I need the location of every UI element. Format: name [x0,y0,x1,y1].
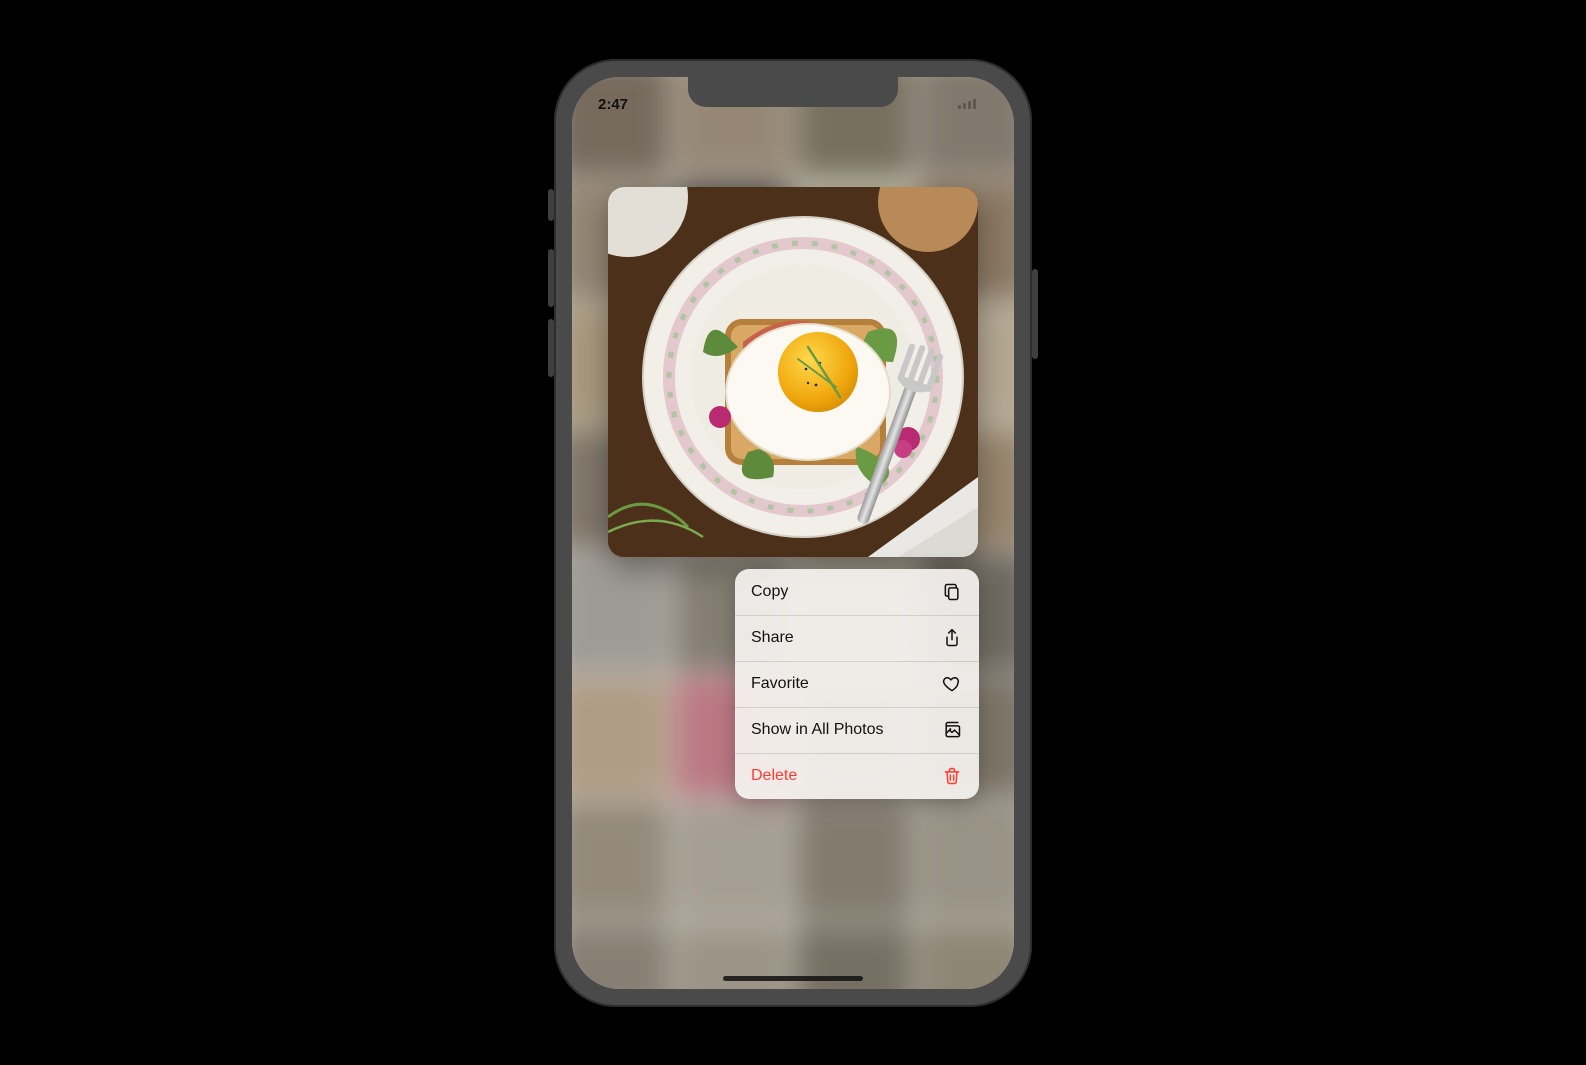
home-indicator[interactable] [723,976,863,981]
menu-item-show-in-all-photos[interactable]: Show in All Photos [735,707,979,753]
status-time: 2:47 [598,84,628,113]
photo-preview[interactable] [608,187,978,557]
cellular-icon [958,99,976,109]
share-icon [941,627,963,649]
menu-item-label: Copy [751,583,788,601]
phone-frame: 2:47 [554,59,1032,1007]
menu-item-label: Delete [751,767,797,785]
menu-item-share[interactable]: Share [735,615,979,661]
copy-icon [941,581,963,603]
trash-icon [941,765,963,787]
notch [688,77,898,107]
menu-item-delete[interactable]: Delete [735,753,979,799]
menu-item-label: Favorite [751,675,809,693]
volume-up-button[interactable] [548,249,554,307]
context-menu: Copy Share Favorite [735,569,979,799]
menu-item-copy[interactable]: Copy [735,569,979,615]
power-button[interactable] [1032,269,1038,359]
screen: 2:47 [572,77,1014,989]
menu-item-favorite[interactable]: Favorite [735,661,979,707]
menu-item-label: Show in All Photos [751,721,884,739]
mute-switch[interactable] [548,189,554,221]
heart-icon [941,673,963,695]
menu-item-label: Share [751,629,794,647]
volume-down-button[interactable] [548,319,554,377]
photos-icon [941,719,963,741]
